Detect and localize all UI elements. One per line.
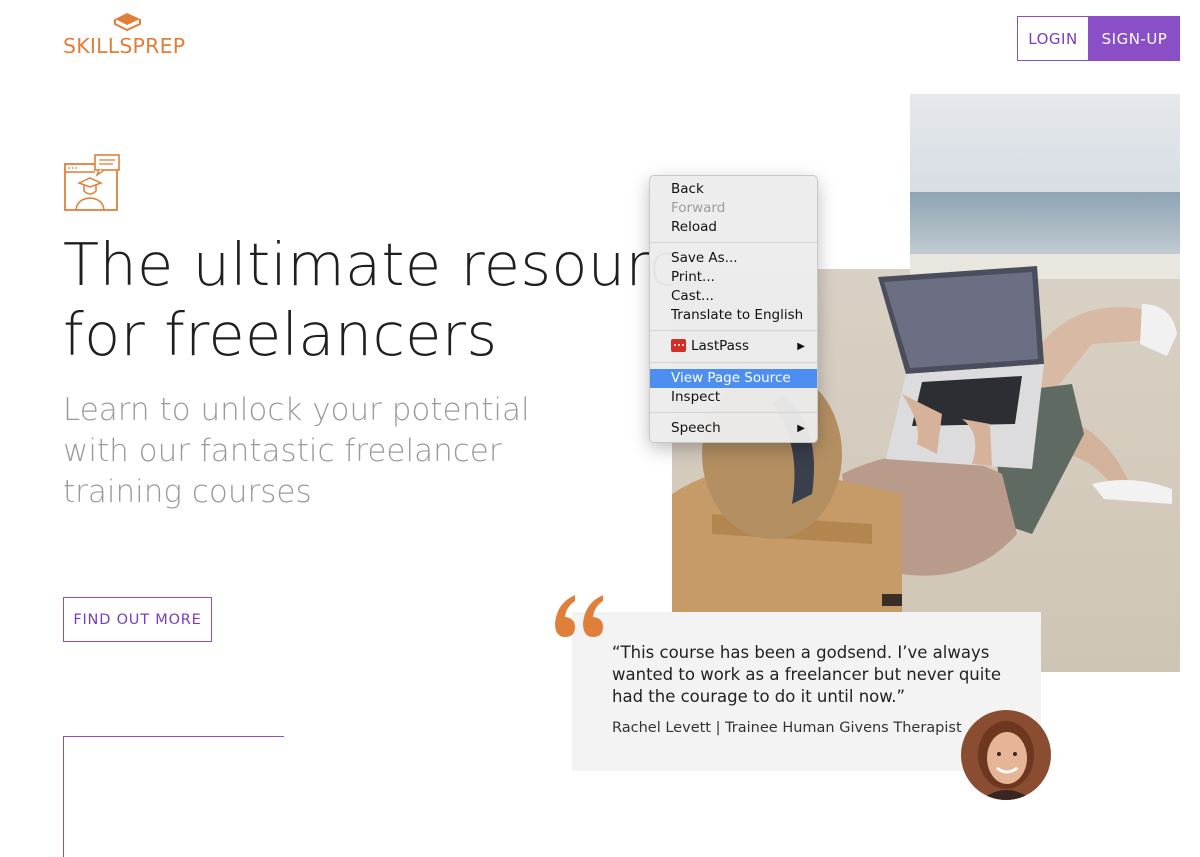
menu-item-view-page-source[interactable]: View Page Source: [650, 369, 817, 388]
submenu-arrow-icon: ▶: [797, 341, 805, 352]
menu-item-translate[interactable]: Translate to English: [650, 306, 817, 325]
menu-item-lastpass[interactable]: LastPass ▶: [650, 337, 817, 356]
book-logo-icon: [114, 13, 141, 32]
hero-title-line: The ultimate resource: [63, 230, 719, 299]
testimonial-avatar: [961, 710, 1051, 800]
browser-context-menu: Back Forward Reload Save As... Print... …: [649, 175, 818, 443]
menu-separator: [650, 242, 817, 243]
hero-subtitle-line: with our fantastic freelancer: [63, 433, 502, 469]
testimonial-quote: “This course has been a godsend. I’ve al…: [612, 643, 1001, 706]
login-button[interactable]: LOGIN: [1017, 16, 1089, 61]
hero-subtitle: Learn to unlock your potential with our …: [63, 390, 563, 513]
hero-subtitle-line: training courses: [63, 474, 312, 510]
testimonial-author: Rachel Levett | Trainee Human Givens The…: [612, 720, 962, 736]
lastpass-icon: [671, 339, 686, 352]
graduate-chat-icon: [64, 154, 120, 211]
decorative-frame: [63, 736, 284, 857]
menu-item-cast[interactable]: Cast...: [650, 287, 817, 306]
hero-title: The ultimate resource for freelancers: [63, 230, 719, 370]
find-out-more-button[interactable]: FIND OUT MORE: [63, 597, 212, 642]
signup-button[interactable]: SIGN-UP: [1089, 16, 1180, 61]
menu-item-inspect[interactable]: Inspect: [650, 388, 817, 407]
menu-item-label: LastPass: [691, 338, 749, 354]
hero-subtitle-line: Learn to unlock your potential: [63, 392, 530, 428]
hero-title-line: for freelancers: [63, 300, 498, 369]
quote-mark-icon: [555, 595, 603, 637]
menu-separator: [650, 330, 817, 331]
submenu-arrow-icon: ▶: [797, 423, 805, 434]
menu-item-speech[interactable]: Speech ▶: [650, 419, 817, 438]
menu-item-print[interactable]: Print...: [650, 268, 817, 287]
menu-item-back[interactable]: Back: [650, 180, 817, 199]
menu-item-reload[interactable]: Reload: [650, 218, 817, 237]
menu-separator: [650, 362, 817, 363]
menu-item-label: Speech: [671, 420, 721, 436]
logo-text: SKILLSPREP: [63, 34, 186, 58]
menu-item-save-as[interactable]: Save As...: [650, 249, 817, 268]
menu-item-forward: Forward: [671, 200, 726, 216]
logo[interactable]: SKILLSPREP: [63, 10, 193, 60]
menu-separator: [650, 412, 817, 413]
